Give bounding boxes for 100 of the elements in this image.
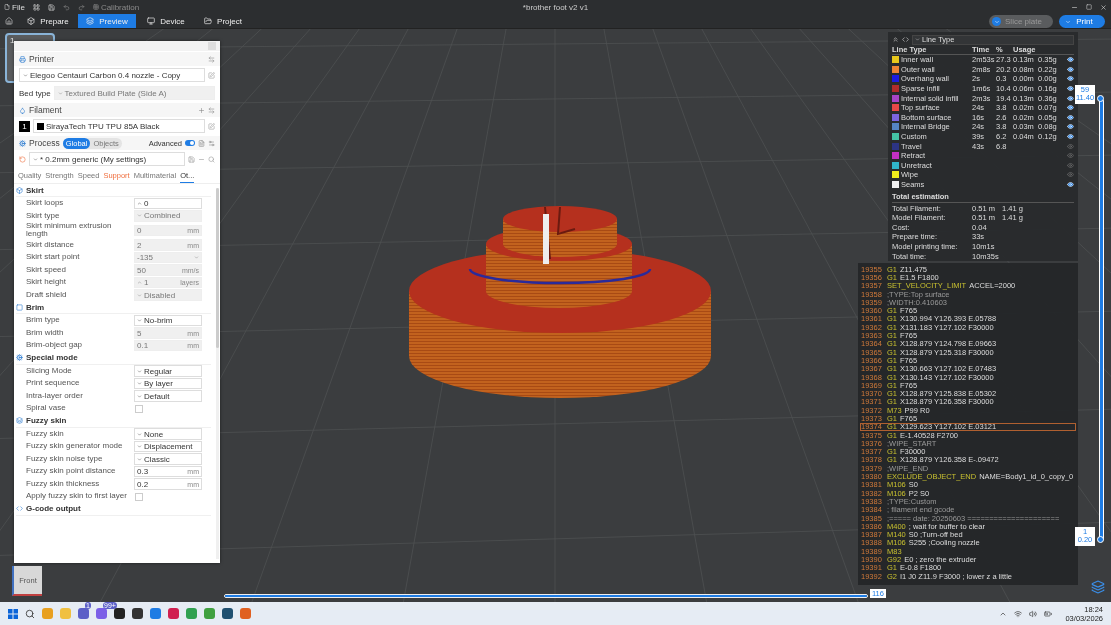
setting-label: Fuzzy skin generator mode bbox=[26, 442, 124, 451]
volume-icon bbox=[1029, 609, 1038, 618]
setting-label: Skirt start point bbox=[26, 253, 81, 262]
setting-label: Fuzzy skin thickness bbox=[26, 479, 101, 489]
app-icon[interactable] bbox=[114, 608, 125, 619]
code-icon bbox=[902, 36, 909, 43]
dropdown[interactable]: * 0.2mm generic (My settings) bbox=[29, 152, 185, 166]
tab[interactable]: Device bbox=[136, 14, 196, 28]
tab[interactable]: Preview bbox=[78, 14, 136, 28]
checkbox[interactable] bbox=[135, 492, 143, 501]
tab-icon bbox=[147, 17, 156, 25]
section-icon bbox=[16, 354, 23, 362]
caret-icon bbox=[137, 368, 142, 374]
layers-icon bbox=[1091, 580, 1105, 594]
slider-handle[interactable] bbox=[1097, 95, 1104, 102]
tab[interactable]: Project bbox=[196, 14, 250, 28]
caret-icon bbox=[137, 431, 142, 437]
eye-icon[interactable] bbox=[1067, 85, 1074, 93]
dropdown[interactable]: Displacement bbox=[134, 440, 202, 453]
reset-icon bbox=[19, 155, 26, 163]
battery-icon bbox=[1044, 609, 1053, 618]
caret-icon bbox=[194, 255, 199, 261]
section-icon bbox=[16, 186, 23, 194]
setting-label: Fuzzy skin point distance bbox=[26, 467, 117, 476]
section-title: Fuzzy skin bbox=[26, 416, 67, 426]
setting-label: Brim-object gap bbox=[26, 341, 84, 350]
setting-label: Apply fuzzy skin to first layer bbox=[26, 492, 128, 501]
caret-icon bbox=[137, 318, 142, 324]
undo-icon bbox=[62, 3, 70, 11]
dropdown[interactable]: SirayaTech TPU TPU 85A Black bbox=[33, 119, 205, 133]
caret-icon bbox=[137, 292, 142, 298]
section-title: Process bbox=[29, 138, 60, 148]
caret-icon bbox=[23, 72, 28, 78]
spin-field[interactable]: 0 bbox=[134, 197, 202, 209]
redo-icon bbox=[77, 3, 85, 11]
tab-icon bbox=[27, 17, 36, 25]
setting-label: Intra-layer order bbox=[26, 391, 84, 401]
grid-icon bbox=[92, 4, 99, 10]
eye-icon[interactable] bbox=[1067, 113, 1074, 121]
setting-label: Brim width bbox=[26, 328, 65, 338]
printer-icon bbox=[19, 55, 26, 63]
maximize-icon bbox=[1086, 4, 1092, 10]
section-title: G-code output bbox=[26, 504, 81, 514]
close-icon bbox=[1100, 3, 1107, 11]
spinner-icon bbox=[137, 280, 142, 286]
section-title: Filament bbox=[29, 105, 63, 115]
dropdown[interactable]: Elegoo Centauri Carbon 0.4 nozzle - Copy bbox=[19, 68, 205, 82]
caret-icon bbox=[57, 90, 63, 96]
save-icon bbox=[188, 155, 195, 163]
setting-label: Fuzzy skin bbox=[26, 429, 65, 439]
app-icon[interactable] bbox=[168, 608, 179, 619]
setting-label: Skirt height bbox=[26, 278, 68, 287]
setting-label: Print sequence bbox=[26, 379, 81, 388]
slider-handle[interactable] bbox=[1097, 536, 1104, 543]
grid-icon bbox=[32, 3, 40, 11]
spinner-icon bbox=[137, 200, 142, 206]
save-icon bbox=[47, 3, 55, 11]
app-icon[interactable] bbox=[222, 608, 233, 619]
setting-label: Skirt distance bbox=[26, 240, 76, 250]
tab-icon bbox=[86, 17, 95, 25]
eye-icon[interactable] bbox=[1067, 133, 1074, 141]
add-icon bbox=[198, 106, 205, 114]
setting-label: Skirt minimum extrusion length bbox=[26, 222, 113, 239]
section-icon bbox=[16, 505, 23, 513]
search-icon bbox=[208, 155, 215, 163]
section-title: Brim bbox=[26, 302, 45, 312]
section-title: Special mode bbox=[26, 353, 78, 363]
setting-label: Skirt loops bbox=[26, 199, 65, 208]
tab[interactable]: Prepare bbox=[18, 14, 78, 28]
dropdown[interactable]: Classic bbox=[134, 453, 202, 465]
dropdown[interactable]: Default bbox=[134, 390, 202, 402]
checkbox[interactable] bbox=[135, 404, 143, 413]
file-menu[interactable]: File bbox=[4, 2, 25, 12]
edit-icon bbox=[208, 122, 215, 130]
caret-icon bbox=[992, 17, 1002, 26]
dropdown[interactable]: By layer bbox=[134, 377, 202, 390]
dropdown[interactable]: Regular bbox=[134, 365, 202, 377]
move-slider[interactable] bbox=[224, 594, 868, 598]
window-title: *brother foot v2 v1 bbox=[522, 2, 589, 12]
dropdown[interactable]: None bbox=[134, 428, 202, 440]
setting-label: Slicing Mode bbox=[26, 366, 73, 376]
settings-icon bbox=[208, 139, 215, 147]
print-button[interactable]: Print bbox=[1059, 15, 1105, 28]
tab-icon bbox=[204, 17, 213, 25]
filament-index: 1 bbox=[19, 120, 30, 132]
dropdown[interactable]: Textured Build Plate (Side A) bbox=[53, 86, 215, 100]
layers-button[interactable] bbox=[1090, 580, 1106, 596]
dropdown[interactable]: No-brim bbox=[134, 314, 202, 327]
caret-icon bbox=[137, 213, 142, 219]
eye-icon[interactable] bbox=[1067, 65, 1074, 73]
setting-label: Fuzzy skin noise type bbox=[26, 454, 104, 464]
home-icon bbox=[5, 17, 13, 25]
toggle-switch[interactable] bbox=[185, 140, 195, 146]
app-icon[interactable] bbox=[132, 608, 143, 619]
setting-label: Draft shield bbox=[26, 290, 68, 300]
field-label: Bed type bbox=[19, 88, 51, 98]
process-icon bbox=[19, 139, 26, 147]
windows-icon[interactable] bbox=[8, 608, 18, 619]
swap-icon bbox=[208, 106, 215, 114]
edit-icon bbox=[208, 71, 215, 79]
